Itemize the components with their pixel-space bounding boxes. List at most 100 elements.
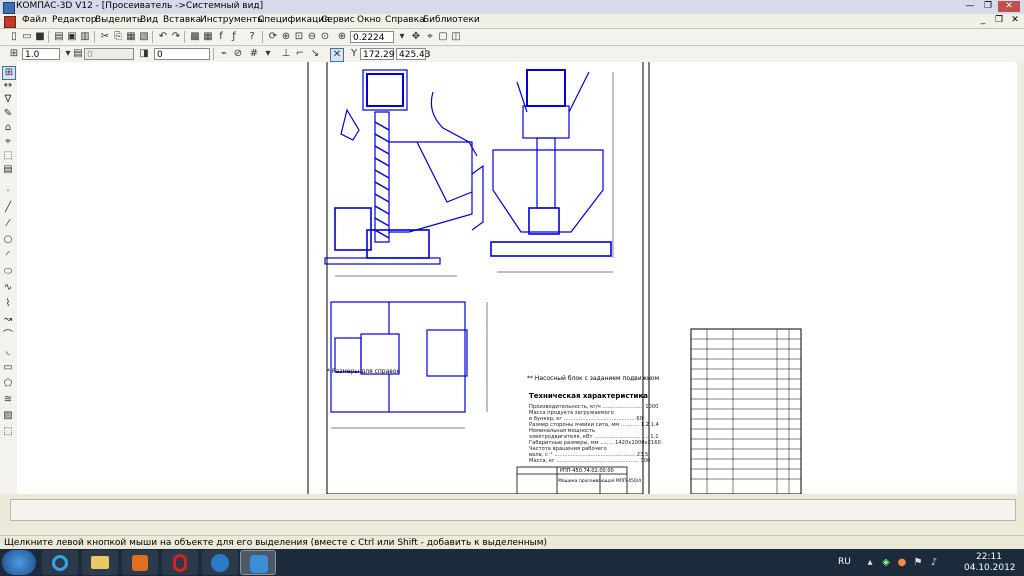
ellipse-icon[interactable]: ⬭ [2,266,14,278]
properties-icon[interactable]: ▧ [138,31,150,43]
minimize-icon[interactable]: — [962,1,978,12]
layer-number-select[interactable]: 0 [154,48,210,60]
hatch-icon[interactable]: ▨ [2,410,14,422]
undo-icon[interactable]: ↶ [157,31,169,43]
symbols-panel-icon[interactable]: ∇ [2,94,14,106]
help-pointer-icon[interactable]: ? [246,31,258,43]
tray-app-icon[interactable]: ● [896,557,908,569]
taskbar-ie-icon[interactable] [42,550,78,575]
coord-x-field[interactable]: 172.29 [360,48,395,60]
taskbar-opera-icon[interactable] [162,550,198,575]
ortho-icon[interactable]: ⊥ [280,48,292,60]
cut-icon[interactable]: ✂ [99,31,111,43]
rectangle-icon[interactable]: ▭ [2,362,14,374]
coord-y-field[interactable]: 425.43 [396,48,431,60]
display-mode-icon[interactable]: ◫ [450,31,462,43]
cursor-icon[interactable]: ↘ [309,48,321,60]
polyline-icon[interactable]: ⌇ [2,298,14,310]
document-icon[interactable] [4,16,16,28]
paste-icon[interactable]: ▦ [125,31,137,43]
language-indicator[interactable]: RU [838,557,851,567]
clock[interactable]: 22:11 04.10.2012 [964,552,1016,574]
spec-panel-icon[interactable]: ▤ [2,164,14,176]
save-icon[interactable]: ■ [34,31,46,43]
copy-icon[interactable]: ⎘ [112,31,124,43]
menu-select[interactable]: Выделить [95,15,142,25]
view-orientation-icon[interactable]: ⌖ [424,31,436,43]
grid-icon[interactable]: ⊞ [8,48,20,60]
drawing-sheet[interactable]: * Размеры для справок ** Насосный блок с… [17,62,1017,494]
contour-icon[interactable]: ⬚ [2,426,14,438]
zoom-input[interactable]: 0.2224 [350,31,394,43]
snap-icon[interactable]: ⌁ [218,48,230,60]
redraw-icon[interactable]: ▢ [437,31,449,43]
drawing-canvas[interactable]: * Размеры для справок ** Насосный блок с… [17,62,1017,494]
zoom-scale-icon[interactable]: ⊕ [336,31,348,43]
refresh-icon[interactable]: ⟳ [267,31,279,43]
zoom-in-icon[interactable]: ⊕ [280,31,292,43]
round-icon[interactable]: ⌐ [294,48,306,60]
parametrize-panel-icon[interactable]: ⌂ [2,122,14,134]
circle-icon[interactable]: ○ [2,234,14,246]
zoom-dropdown-icon[interactable]: ▾ [396,31,408,43]
menu-view[interactable]: Вид [140,15,158,25]
library-manager-icon[interactable]: ▦ [202,31,214,43]
new-file-icon[interactable]: ▯ [8,31,20,43]
menu-specification[interactable]: Спецификация [258,15,330,25]
layer-style-select[interactable]: 0 [84,48,134,60]
arc-icon[interactable]: ◜ [2,250,14,262]
doc-minimize-icon[interactable]: _ [975,15,991,26]
doc-restore-icon[interactable]: ❐ [991,15,1007,26]
pan-icon[interactable]: ✥ [410,31,422,43]
equidistant-icon[interactable]: ≋ [2,394,14,406]
layers-icon[interactable]: ▩ [189,31,201,43]
segment-icon[interactable]: ⁄ [2,218,14,230]
coordinates-icon[interactable]: ✕ [330,48,344,62]
layer-props-icon[interactable]: ◨ [138,48,150,60]
taskbar-email-icon[interactable] [202,550,238,575]
fx-icon[interactable]: ƒ [228,31,240,43]
aux-line-icon[interactable]: ╱ [2,202,14,214]
zoom-all-icon[interactable]: ⊙ [319,31,331,43]
redo-icon[interactable]: ↷ [170,31,182,43]
menu-insert[interactable]: Вставка [163,15,201,25]
menu-libraries[interactable]: Библиотеки [423,15,480,25]
zoom-out-icon[interactable]: ⊖ [306,31,318,43]
snap-dropdown-icon[interactable]: ▾ [262,48,274,60]
open-file-icon[interactable]: ▭ [21,31,33,43]
taskbar-kompas-icon[interactable] [240,550,276,575]
menu-editor[interactable]: Редактор [52,15,97,25]
print-icon[interactable]: ▤ [53,31,65,43]
layer-icon[interactable]: ▤ [72,48,84,60]
variables-icon[interactable]: f [215,31,227,43]
select-panel-icon[interactable]: ⬚ [2,150,14,162]
zoom-window-icon[interactable]: ⊡ [293,31,305,43]
polygon-icon[interactable]: ⬠ [2,378,14,390]
menu-help[interactable]: Справка [385,15,425,25]
menu-file[interactable]: Файл [22,15,47,25]
taskbar-media-player-icon[interactable] [122,550,158,575]
point-icon[interactable]: · [2,186,14,198]
measure-panel-icon[interactable]: ⌖ [2,136,14,148]
preview-icon[interactable]: ▣ [66,31,78,43]
local-cs-icon[interactable]: ⊘ [232,48,244,60]
taskbar-explorer-icon[interactable] [82,550,118,575]
close-icon[interactable]: ✕ [998,1,1020,12]
tray-volume-icon[interactable]: ♪ [928,557,940,569]
geometry-panel-icon[interactable]: ⊞ [2,66,16,80]
nurbs-icon[interactable]: ⌒ [2,330,14,342]
doc-close-icon[interactable]: ✕ [1007,15,1023,26]
start-button[interactable] [2,550,36,575]
scale-input[interactable]: 1.0 [22,48,60,60]
edit-panel-icon[interactable]: ✎ [2,108,14,120]
menu-window[interactable]: Окно [357,15,381,25]
vertical-scrollbar[interactable] [1017,62,1024,494]
properties-panel-inner[interactable] [10,499,1016,521]
menu-service[interactable]: Сервис [321,15,355,25]
maximize-icon[interactable]: ❐ [980,1,996,12]
tray-network-icon[interactable]: ◈ [880,557,892,569]
tray-flag-icon[interactable]: ⚑ [912,557,924,569]
fillet-icon[interactable]: ◟ [2,346,14,358]
menu-tools[interactable]: Инструменты [200,15,264,25]
tray-expand-icon[interactable]: ▴ [864,557,876,569]
